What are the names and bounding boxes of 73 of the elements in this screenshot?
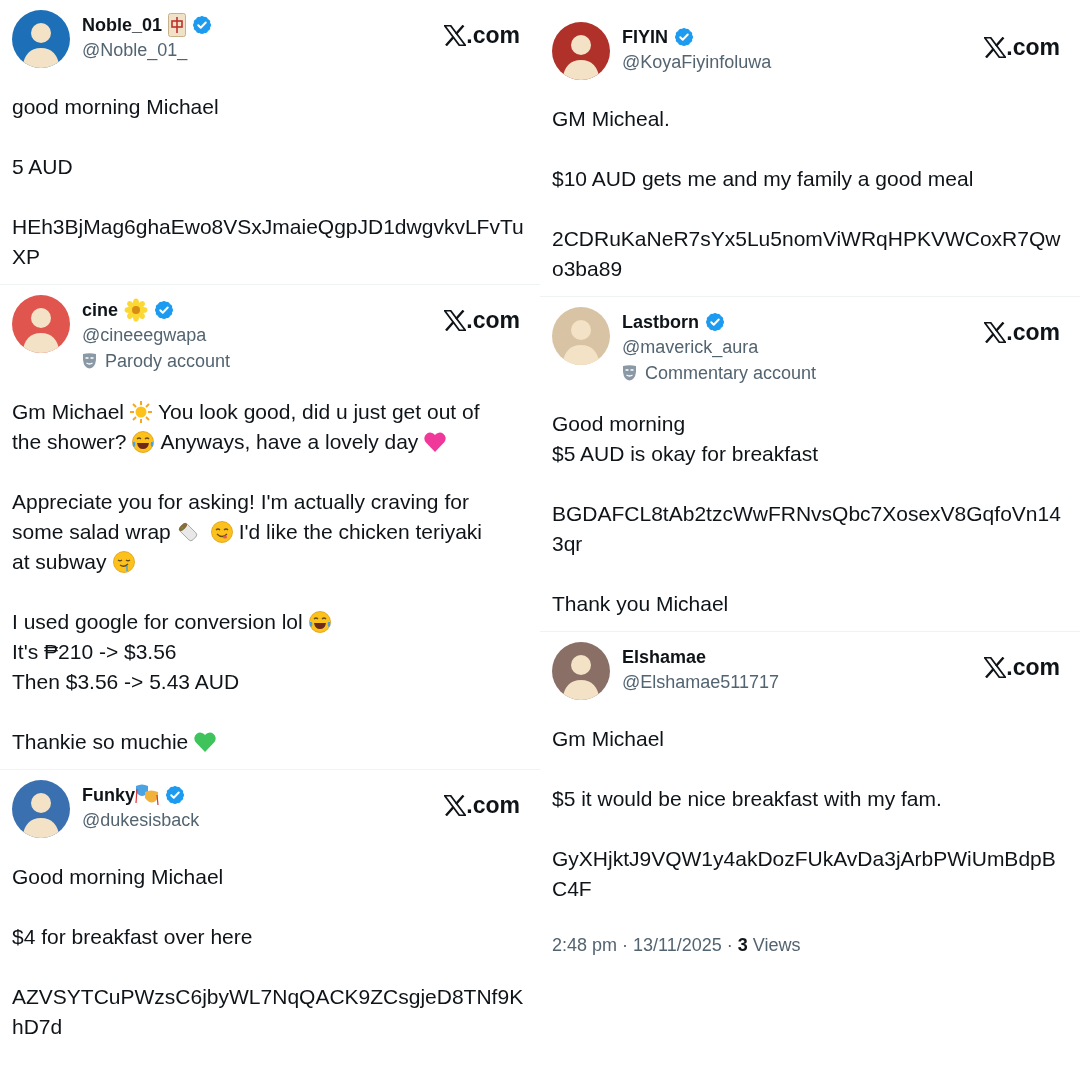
site-name: .com: [466, 306, 520, 335]
tweet-text: GM Micheal.: [552, 106, 671, 132]
tweet-text: 2CDRuKaNeR7sYx5Lu5nomViWRqHPKVWCoxR7Qwo3ba89: [552, 226, 1062, 282]
author-name: cine: [82, 298, 119, 322]
tile-icon: [168, 13, 187, 37]
author-handle: @dukesisback: [82, 809, 200, 832]
site-name: .com: [466, 21, 520, 50]
avatar: [552, 307, 610, 365]
tweet-text: Gm Michael: [12, 399, 125, 425]
tweet-text: good morning Michael: [12, 94, 220, 120]
mask-icon: [82, 353, 97, 369]
tweet-text: Thankie so muchie: [12, 729, 189, 755]
author-name: Elshamae: [622, 645, 707, 669]
tweet-text: the shower?: [12, 429, 127, 455]
avatar: [552, 642, 610, 700]
avatar: [12, 295, 70, 353]
tweet-text: Gm Michael: [552, 726, 666, 752]
heart-icon: [423, 431, 448, 453]
avatar: [552, 22, 610, 80]
tweet-text: GyXHjktJ9VQW1y4akDozFUkAvDa3jArbPWiUmBdpBC4F: [552, 846, 1057, 902]
x-logo-icon: [984, 656, 1007, 678]
author-handle: @Noble_01_: [82, 39, 189, 62]
x-logo-icon: [984, 321, 1007, 343]
author-name: Lastborn: [622, 310, 699, 334]
tweet-text: Appreciate you for asking! I'm actually craving for: [12, 489, 470, 515]
tweet-text: some salad wrap: [12, 519, 171, 545]
tweet-text: Anyways, have a lovely day: [160, 429, 419, 455]
tweet-meta: 2:48 pm · 13/11/2025 · 3 Views: [552, 934, 802, 957]
site-name: .com: [1006, 653, 1060, 682]
flower-icon: [124, 298, 149, 322]
site-name: .com: [1006, 33, 1060, 62]
tweet-text: Then $3.56 -> 5.43 AUD: [12, 669, 241, 695]
tweet-text: 5 AUD: [12, 154, 74, 180]
sun-icon: [129, 400, 154, 424]
drooling-face-icon: [111, 550, 136, 574]
site-name: .com: [466, 791, 520, 820]
author-handle: @KoyaFiyinfoluwa: [622, 51, 772, 74]
author-handle: @cineeegwapa: [82, 324, 208, 347]
tweet-text: I'd like the chicken teriyaki: [238, 519, 483, 545]
tweet-text: $5 AUD is okay for breakfast: [552, 441, 820, 467]
x-logo-icon: [984, 36, 1007, 58]
mask-icon: [622, 365, 637, 381]
tweet-text: BGDAFCL8tAb2tzcWwFRNvsQbc7XosexV8GqfoVn143qr: [552, 501, 1062, 557]
tweet-text: Good morning: [552, 411, 687, 437]
laughing-face-icon: [307, 610, 332, 634]
tweet-text: $4 for breakfast over here: [12, 924, 254, 950]
author-handle: @maverick_aura: [622, 336, 760, 359]
avatar: [12, 780, 70, 838]
tweet-text: $5 it would be nice breakfast with my fam.: [552, 786, 943, 812]
x-logo-icon: [444, 24, 467, 46]
x-logo-icon: [444, 794, 467, 816]
tweet-text: $10 AUD gets me and my family a good meal: [552, 166, 975, 192]
avatar: [12, 10, 70, 68]
author-name: Noble_01: [82, 13, 163, 37]
laughing-face-icon: [131, 430, 156, 454]
tweet-text: HEh3BjMag6ghaEwo8VSxJmaieQgpJD1dwgvkvLFvTuXP: [12, 214, 525, 270]
tweet-text: AZVSYTCuPWzsC6jbyWL7NqQACK9ZCsgjeD8TNf9KhD7d: [12, 984, 525, 1040]
tweet-text: Good morning Michael: [12, 864, 225, 890]
account-label: Commentary account: [645, 362, 817, 385]
x-logo-icon: [444, 309, 467, 331]
author-handle: @Elshamae511717: [622, 671, 780, 694]
tweet-text: You look good, did u just get out of: [158, 399, 480, 425]
tweet-text: I used google for conversion lol: [12, 609, 303, 635]
account-label: Parody account: [105, 350, 231, 373]
masks-icon: [135, 783, 159, 807]
smiling-face-icon: [209, 520, 234, 544]
author-name: Funky: [82, 783, 135, 807]
site-name: .com: [1006, 318, 1060, 347]
tweet-text: It's ₱210 -> $3.56: [12, 639, 178, 665]
tweet-text: at subway: [12, 549, 107, 575]
heart-icon: [193, 731, 218, 753]
author-name: FIYIN: [622, 25, 668, 49]
tweet-text: Thank you Michael: [552, 591, 730, 617]
